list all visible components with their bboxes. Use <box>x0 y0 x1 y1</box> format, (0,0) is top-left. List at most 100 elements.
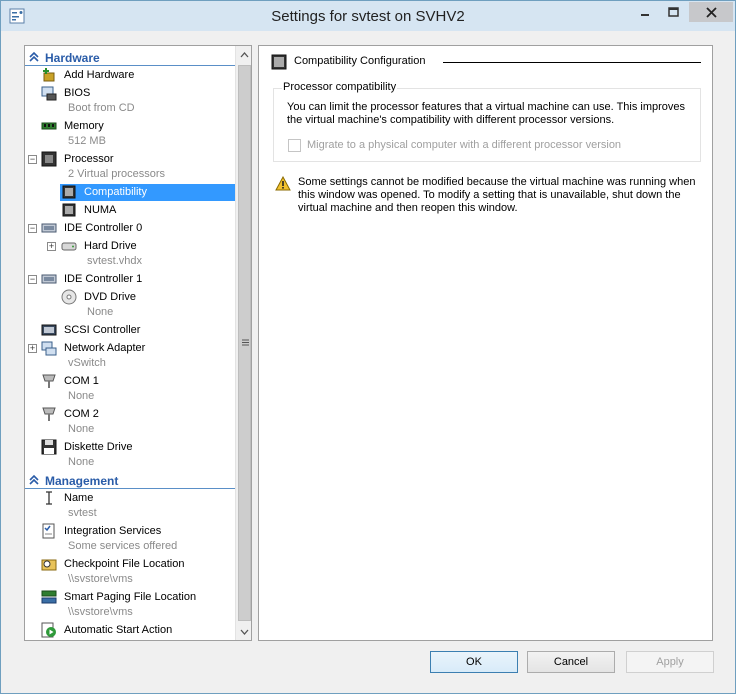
tree-item-label: Compatibility <box>84 186 147 198</box>
ide-controller-icon <box>41 223 57 233</box>
migrate-checkbox-label: Migrate to a physical computer with a di… <box>307 139 622 151</box>
tree-item-label: Smart Paging File Location <box>64 591 197 603</box>
panel-title: Compatibility Configuration <box>294 55 426 67</box>
management-section-header[interactable]: Management <box>25 473 235 489</box>
close-button[interactable] <box>689 2 733 22</box>
expand-toggle[interactable]: + <box>28 344 37 353</box>
collapse-toggle[interactable]: − <box>28 155 37 164</box>
tree-item-subtext: None <box>87 306 114 318</box>
collapse-toggle[interactable]: − <box>28 275 37 284</box>
tree-item-add-hardware[interactable]: Add Hardware <box>41 67 231 84</box>
tree-item-hard-drive[interactable]: Hard Drive <box>61 238 231 255</box>
settings-window: Settings for svtest on SVHV2 Hardware Ad… <box>0 0 736 694</box>
tree-item-label: Hard Drive <box>84 240 137 252</box>
group-title: Processor compatibility <box>282 81 398 93</box>
tree-item-label: SCSI Controller <box>64 324 141 336</box>
cancel-button[interactable]: Cancel <box>527 651 615 673</box>
hardware-section-label: Hardware <box>45 51 100 65</box>
tree-item-label: Automatic Start Action <box>64 624 173 636</box>
close-icon <box>705 6 717 18</box>
tree-item-ide-controller-0[interactable]: IDE Controller 0 <box>41 220 231 237</box>
tree-item-name[interactable]: Name <box>41 490 231 507</box>
group-description: You can limit the processor features tha… <box>287 101 686 126</box>
compatibility-icon <box>62 185 76 199</box>
diskette-icon <box>41 439 57 455</box>
automatic-start-icon <box>41 622 56 638</box>
tree-item-scsi-controller[interactable]: SCSI Controller <box>41 322 231 339</box>
ide-controller-icon <box>41 274 57 284</box>
tree-item-label: Integration Services <box>64 525 162 537</box>
header-divider <box>443 62 701 63</box>
settings-tree[interactable]: Hardware Add Hardware BIOS Boot from CD … <box>24 45 252 641</box>
tree-item-com-1[interactable]: COM 1 <box>41 373 231 390</box>
ok-button[interactable]: OK <box>430 651 518 673</box>
tree-item-label: NUMA <box>84 204 117 216</box>
tree-item-dvd-drive[interactable]: DVD Drive <box>61 289 231 306</box>
tree-scrollbar[interactable] <box>235 46 251 640</box>
tree-item-bios[interactable]: BIOS <box>41 85 231 102</box>
tree-item-numa[interactable]: NUMA <box>60 202 230 219</box>
processor-compatibility-group: Processor compatibility You can limit th… <box>273 81 701 162</box>
warning-message: Some settings cannot be modified because… <box>298 176 696 214</box>
migrate-checkbox[interactable] <box>288 139 301 152</box>
integration-services-icon <box>42 523 55 539</box>
tree-item-subtext: Some services offered <box>68 540 178 552</box>
expand-toggle[interactable]: + <box>47 242 56 251</box>
com-port-icon <box>42 407 56 421</box>
tree-item-automatic-start-action[interactable]: Automatic Start Action <box>41 622 231 639</box>
processor-icon <box>271 54 287 70</box>
tree-item-subtext: vSwitch <box>68 357 106 369</box>
hard-drive-icon <box>61 242 77 251</box>
minimize-button[interactable] <box>631 2 659 22</box>
tree-item-network-adapter[interactable]: Network Adapter <box>41 340 231 357</box>
tree-item-subtext: Boot from CD <box>68 102 135 114</box>
tree-item-label: BIOS <box>64 87 91 99</box>
tree-item-smart-paging-file-location[interactable]: Smart Paging File Location <box>41 589 231 606</box>
tree-item-subtext: svtest.vhdx <box>87 255 143 267</box>
tree-item-label: IDE Controller 1 <box>64 273 143 285</box>
tree-item-checkpoint-file-location[interactable]: Checkpoint File Location <box>41 556 231 573</box>
com-port-icon <box>42 374 56 388</box>
numa-icon <box>62 203 76 217</box>
tree-item-ide-controller-1[interactable]: IDE Controller 1 <box>41 271 231 288</box>
tree-item-label: Checkpoint File Location <box>64 558 185 570</box>
tree-item-subtext: None <box>68 390 95 402</box>
tree-item-compatibility[interactable]: Compatibility <box>60 184 235 201</box>
minimize-icon <box>641 14 649 16</box>
tree-item-memory[interactable]: Memory <box>41 118 231 135</box>
tree-item-label: Processor <box>64 153 114 165</box>
chevron-down-icon <box>240 629 249 635</box>
tree-item-com-2[interactable]: COM 2 <box>41 406 231 423</box>
hardware-section-header[interactable]: Hardware <box>25 50 235 66</box>
warning-icon <box>275 176 291 191</box>
panel-header: Compatibility Configuration <box>271 54 701 70</box>
collapse-chevron-icon <box>29 474 39 485</box>
tree-item-label: Add Hardware <box>64 69 135 81</box>
tree-item-subtext: 512 MB <box>68 135 106 147</box>
tree-item-label: Memory <box>64 120 104 132</box>
maximize-button[interactable] <box>659 2 687 22</box>
scroll-up-button[interactable] <box>236 46 251 63</box>
title-bar[interactable]: Settings for svtest on SVHV2 <box>1 1 735 31</box>
checkpoint-icon <box>41 559 57 571</box>
tree-item-subtext: \\svstore\vms <box>68 573 133 585</box>
tree-item-subtext: None <box>68 423 95 435</box>
tree-item-label: IDE Controller 0 <box>64 222 143 234</box>
tree-item-label: Network Adapter <box>64 342 146 354</box>
processor-icon <box>41 151 57 167</box>
smart-paging-icon <box>41 590 57 604</box>
scroll-grip-icon <box>242 339 249 346</box>
collapse-toggle[interactable]: − <box>28 224 37 233</box>
add-hardware-icon <box>43 68 55 82</box>
window-title: Settings for svtest on SVHV2 <box>271 8 465 25</box>
management-section-label: Management <box>45 474 119 488</box>
ok-button-label: OK <box>466 656 482 668</box>
scroll-thumb[interactable] <box>238 65 251 621</box>
collapse-chevron-icon <box>29 51 39 62</box>
tree-item-diskette-drive[interactable]: Diskette Drive <box>41 439 231 456</box>
apply-button[interactable]: Apply <box>626 651 714 673</box>
tree-item-integration-services[interactable]: Integration Services <box>41 523 231 540</box>
scroll-down-button[interactable] <box>236 623 251 640</box>
tree-item-processor[interactable]: Processor <box>41 151 231 168</box>
tree-item-subtext: 2 Virtual processors <box>68 168 166 180</box>
